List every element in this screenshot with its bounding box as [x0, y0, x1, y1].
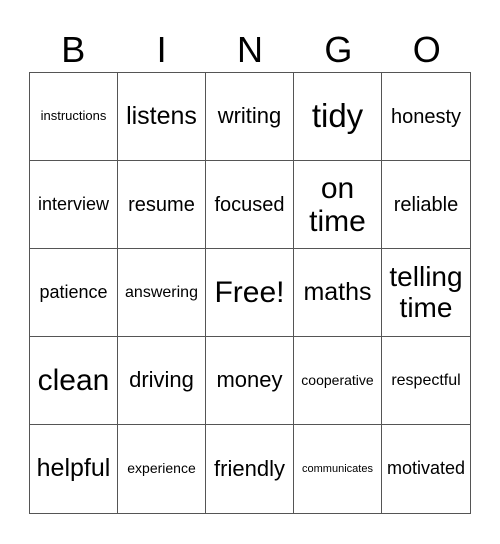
bingo-cell[interactable]: money [206, 337, 294, 425]
bingo-cell[interactable]: experience [118, 425, 206, 513]
cell-text: clean [37, 364, 110, 397]
bingo-cell[interactable]: listens [118, 73, 206, 161]
cell-text: friendly [214, 455, 285, 481]
cell-text: answering [125, 283, 198, 301]
cell-text: resume [128, 193, 195, 216]
bingo-grid: instructions listens writing tidy honest… [29, 72, 471, 514]
header-letter-i: I [156, 29, 167, 70]
free-space-cell[interactable]: Free! [206, 249, 294, 337]
cell-text: motivated [386, 458, 466, 479]
bingo-cell[interactable]: helpful [30, 425, 118, 513]
cell-text: respectful [391, 371, 461, 389]
bingo-cell[interactable]: clean [30, 337, 118, 425]
bingo-cell[interactable]: motivated [382, 425, 470, 513]
header-letter-o: O [412, 29, 441, 70]
bingo-cell[interactable]: respectful [382, 337, 470, 425]
bingo-cell[interactable]: reliable [382, 161, 470, 249]
header-letter-n: N [236, 29, 263, 70]
cell-text: helpful [36, 454, 111, 483]
cell-text: reliable [393, 193, 459, 216]
bingo-cell[interactable]: focused [206, 161, 294, 249]
cell-text: writing [217, 103, 282, 129]
header-letter-g: G [324, 29, 353, 70]
bingo-cell[interactable]: resume [118, 161, 206, 249]
cell-text: tidy [311, 97, 364, 135]
cell-text: cooperative [301, 371, 374, 388]
bingo-cell[interactable]: answering [118, 249, 206, 337]
cell-text: on time [309, 171, 366, 238]
bingo-cell[interactable]: tidy [294, 73, 382, 161]
cell-text: maths [303, 277, 372, 306]
cell-text: experience [127, 460, 196, 477]
cell-text: focused [214, 193, 285, 216]
cell-text: money [216, 367, 283, 393]
bingo-cell[interactable]: maths [294, 249, 382, 337]
cell-text: communicates [302, 462, 373, 475]
bingo-cell[interactable]: instructions [30, 73, 118, 161]
bingo-cell[interactable]: communicates [294, 425, 382, 513]
bingo-cell[interactable]: cooperative [294, 337, 382, 425]
cell-text: patience [39, 281, 108, 302]
bingo-cell[interactable]: patience [30, 249, 118, 337]
cell-text: instructions [40, 108, 107, 124]
bingo-cell[interactable]: honesty [382, 73, 470, 161]
cell-text: listens [126, 101, 197, 130]
cell-text: interview [37, 193, 110, 214]
bingo-cell[interactable]: interview [30, 161, 118, 249]
cell-text: honesty [390, 105, 462, 128]
bingo-cell[interactable]: writing [206, 73, 294, 161]
cell-text: telling time [389, 260, 463, 323]
bingo-cell[interactable]: driving [118, 337, 206, 425]
header-letter-b: B [61, 29, 86, 70]
bingo-cell[interactable]: friendly [206, 425, 294, 513]
bingo-cell[interactable]: telling time [382, 249, 470, 337]
free-space-text: Free! [214, 276, 285, 309]
cell-text: driving [129, 367, 194, 393]
bingo-cell[interactable]: on time [294, 161, 382, 249]
bingo-header: B I N G O [29, 28, 471, 72]
